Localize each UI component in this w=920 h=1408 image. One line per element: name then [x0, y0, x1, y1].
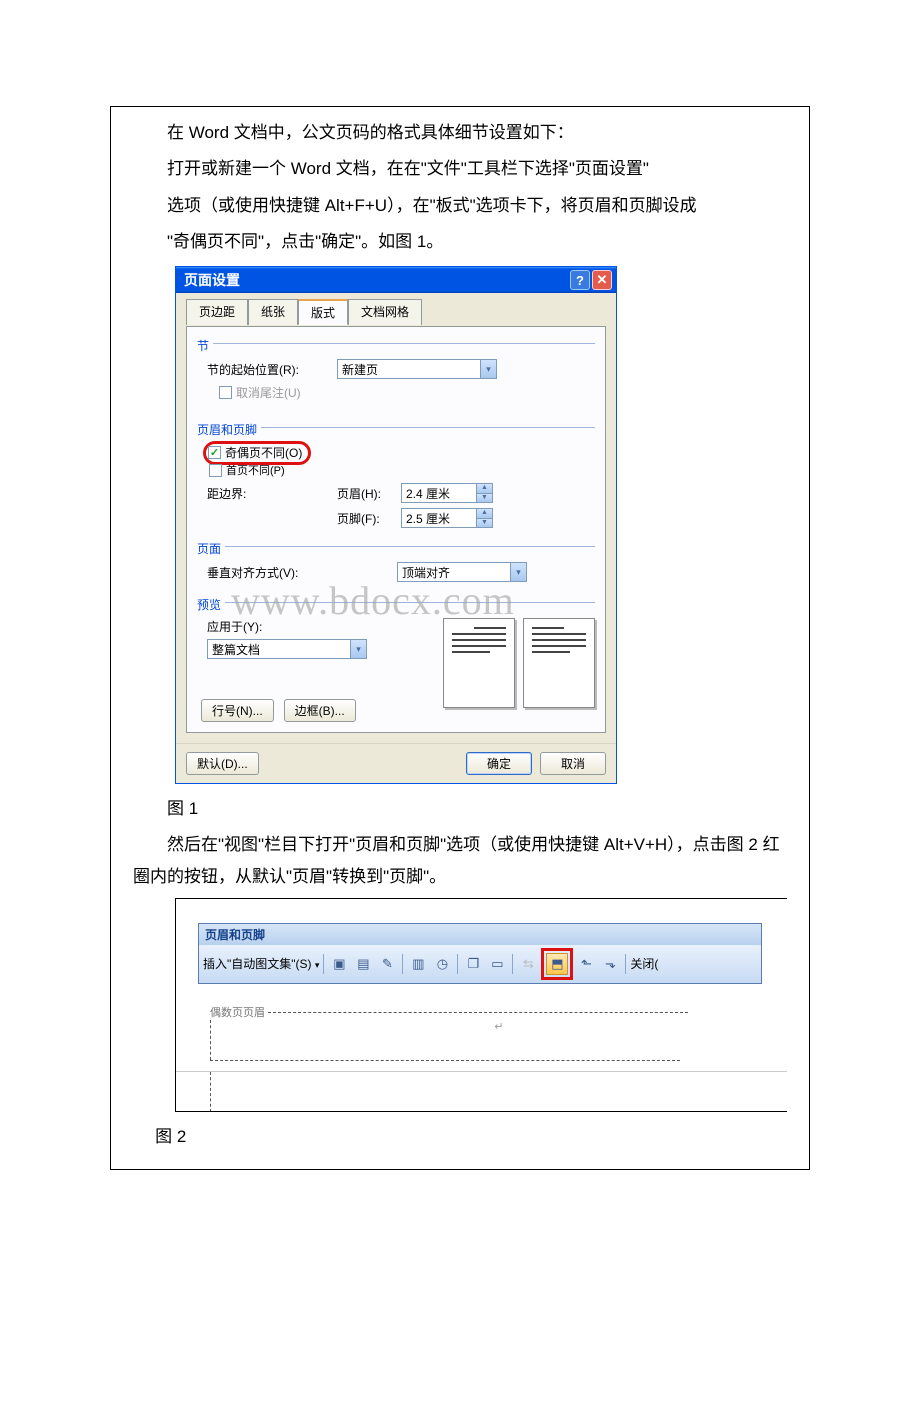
paragraph-2: 打开或新建一个 Word 文档，在在"文件"工具栏下选择"页面设置" [133, 153, 787, 185]
tab-grid[interactable]: 文档网格 [348, 299, 422, 325]
show-hide-text-icon[interactable]: ▭ [486, 953, 508, 975]
insert-date-icon[interactable]: ▥ [407, 953, 429, 975]
figure-2-caption: 图 2 [133, 1122, 787, 1147]
tab-layout[interactable]: 版式 [298, 299, 348, 325]
preview-area [443, 618, 595, 708]
borders-button[interactable]: 边框(B)... [284, 699, 356, 722]
tab-margins[interactable]: 页边距 [186, 299, 248, 325]
show-next-icon[interactable]: ⬎ [599, 953, 621, 975]
insert-page-number-icon[interactable]: ▣ [328, 953, 350, 975]
close-hf-button[interactable]: 关闭( [630, 955, 658, 972]
same-as-previous-icon[interactable]: ⇆ [517, 953, 539, 975]
paragraph-3: 选项（或使用快捷键 Alt+F+U），在"板式"选项卡下，将页眉和页脚设成 [133, 190, 787, 222]
format-page-number-icon[interactable]: ✎ [376, 953, 398, 975]
show-previous-icon[interactable]: ⬑ [575, 953, 597, 975]
diff-odd-even-checkbox[interactable]: ✓ [208, 446, 221, 459]
suppress-endnotes-label: 取消尾注(U) [236, 384, 301, 401]
preview-page-right [523, 618, 595, 708]
apply-to-select[interactable]: 整篇文档 ▾ [207, 639, 367, 659]
close-icon[interactable]: ✕ [592, 270, 612, 290]
chevron-down-icon: ▾ [510, 563, 526, 581]
preview-page-left [443, 618, 515, 708]
diff-first-page-checkbox[interactable] [209, 464, 222, 477]
suppress-endnotes-checkbox[interactable] [219, 386, 232, 399]
header-footer-toolbar[interactable]: 页眉和页脚 插入"自动图文集"(S) ▾ ▣ ▤ ✎ ▥ ◷ ❐ ▭ ⇆ [198, 923, 762, 984]
footer-label: 页脚(F): [337, 510, 401, 527]
insert-time-icon[interactable]: ◷ [431, 953, 453, 975]
ok-button[interactable]: 确定 [466, 752, 532, 775]
dialog-title: 页面设置 [184, 270, 240, 290]
valign-label: 垂直对齐方式(V): [197, 564, 397, 581]
group-preview: 预览 [197, 596, 221, 613]
document-frame: 在 Word 文档中，公文页码的格式具体细节设置如下： 打开或新建一个 Word… [110, 106, 810, 1170]
help-icon[interactable]: ? [570, 270, 590, 290]
paragraph-marker-icon: ↵ [211, 1020, 787, 1038]
header-distance-input[interactable]: 2.4 厘米 ▲▼ [401, 483, 493, 503]
tab-paper[interactable]: 纸张 [248, 299, 298, 325]
valign-select[interactable]: 顶端对齐 ▾ [397, 562, 527, 582]
chevron-down-icon: ▾ [480, 360, 496, 378]
highlight-switch-button: ⬒ [541, 948, 573, 980]
section-start-label: 节的起始位置(R): [197, 361, 337, 378]
insert-pages-icon[interactable]: ▤ [352, 953, 374, 975]
figure-1-caption: 图 1 [133, 794, 787, 819]
chevron-up-icon[interactable]: ▲ [477, 484, 492, 493]
section-start-select[interactable]: 新建页 ▾ [337, 359, 497, 379]
line-numbers-button[interactable]: 行号(N)... [201, 699, 274, 722]
figure-2-box: 页眉和页脚 插入"自动图文集"(S) ▾ ▣ ▤ ✎ ▥ ◷ ❐ ▭ ⇆ [175, 898, 787, 1112]
group-page: 页面 [197, 540, 221, 557]
page-setup-dialog: www.bdocx.com 页面设置 ? ✕ 页边距 纸张 版式 文档网格 节 … [175, 266, 617, 784]
switch-header-footer-icon[interactable]: ⬒ [546, 953, 568, 975]
group-header-footer: 页眉和页脚 [197, 421, 257, 438]
chevron-down-icon: ▾ [350, 640, 366, 658]
chevron-up-icon[interactable]: ▲ [477, 509, 492, 518]
chevron-down-icon[interactable]: ▼ [477, 518, 492, 528]
from-edge-label: 距边界: [197, 485, 337, 502]
group-section: 节 [197, 337, 209, 354]
autotext-menu[interactable]: 插入"自动图文集"(S) ▾ [203, 955, 319, 972]
hf-toolbar-title: 页眉和页脚 [199, 924, 761, 945]
dialog-titlebar[interactable]: 页面设置 ? ✕ [176, 267, 616, 293]
apply-to-label: 应用于(Y): [197, 618, 377, 635]
footer-distance-input[interactable]: 2.5 厘米 ▲▼ [401, 508, 493, 528]
diff-odd-even-label: 奇偶页不同(O) [225, 444, 302, 461]
dialog-tabs: 页边距 纸张 版式 文档网格 [186, 299, 606, 325]
header-label: 页眉(H): [337, 485, 401, 502]
paragraph-1: 在 Word 文档中，公文页码的格式具体细节设置如下： [133, 117, 787, 149]
page-setup-icon[interactable]: ❐ [462, 953, 484, 975]
diff-first-page-label: 首页不同(P) [226, 462, 285, 478]
paragraph-4: "奇偶页不同"，点击"确定"。如图 1。 [133, 226, 787, 258]
chevron-down-icon[interactable]: ▼ [477, 493, 492, 503]
even-header-label: 偶数页页眉 [208, 1004, 267, 1020]
paragraph-5: 然后在"视图"栏目下打开"页眉和页脚"选项（或使用快捷键 Alt+V+H），点击… [133, 829, 787, 894]
cancel-button[interactable]: 取消 [540, 752, 606, 775]
default-button[interactable]: 默认(D)... [186, 752, 259, 775]
